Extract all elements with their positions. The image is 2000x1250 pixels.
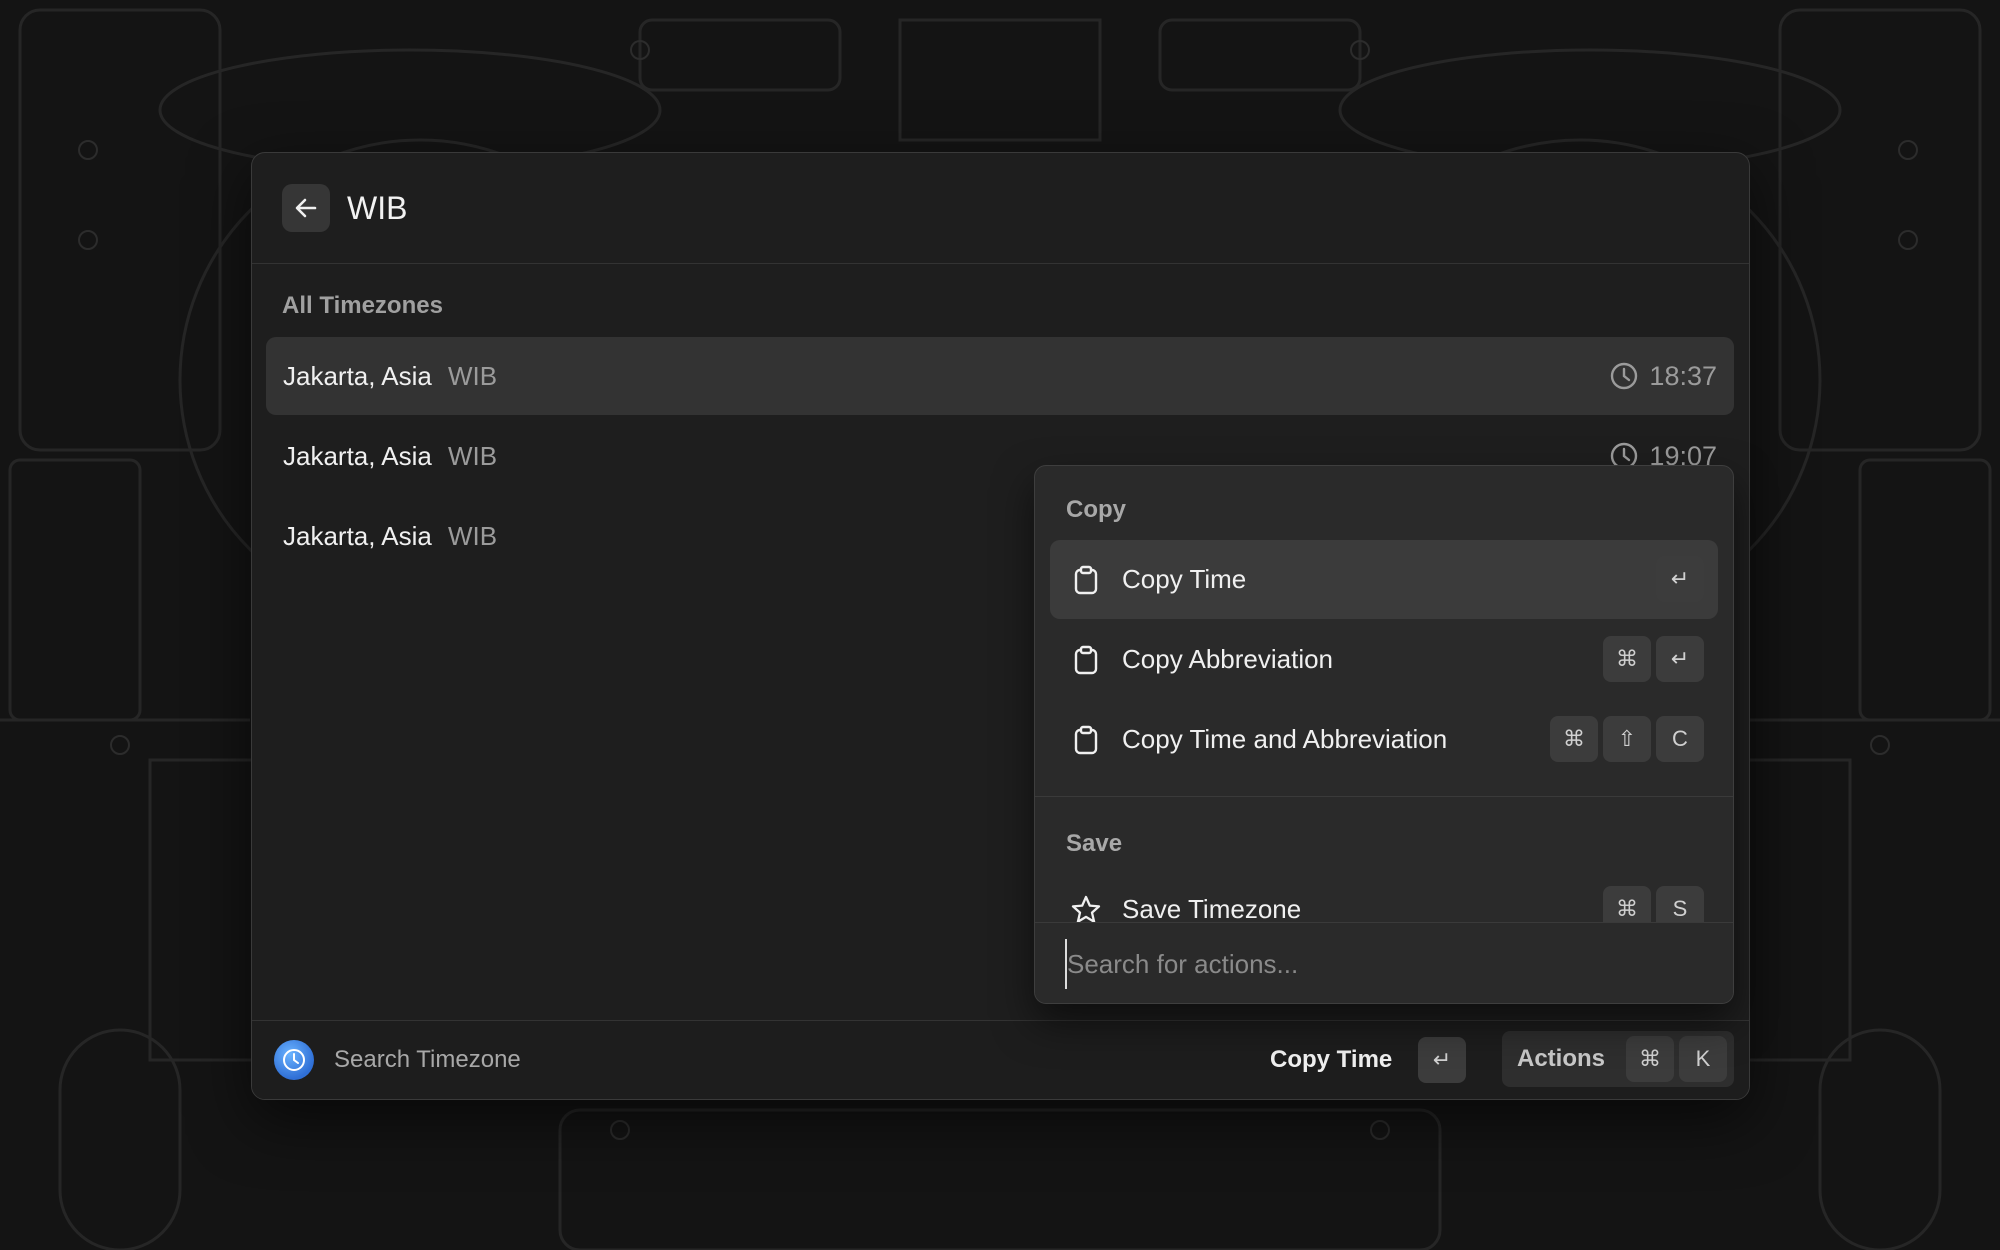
list-item-abbr: WIB <box>448 361 498 391</box>
clipboard-icon <box>1074 725 1098 755</box>
section-title-save: Save <box>1066 830 1123 857</box>
command-title: Search Timezone <box>334 1046 521 1073</box>
action-save-timezone[interactable]: Save Timezone ⌘ S <box>1050 870 1718 923</box>
section-divider <box>1035 796 1733 797</box>
shift-key-hint: ⇧ <box>1603 716 1651 762</box>
clipboard-icon <box>1074 645 1098 675</box>
action-search-area <box>1035 922 1733 1003</box>
primary-action-button[interactable]: Copy Time <box>1270 1021 1392 1099</box>
action-panel: Copy Copy Time ↵ Copy Abbreviation ⌘ ↵ C <box>1034 465 1734 1004</box>
actions-button[interactable]: Actions ⌘ K <box>1502 1031 1734 1087</box>
clipboard-icon <box>1074 565 1098 595</box>
list-item-city: Jakarta, Asia <box>283 361 432 391</box>
list-item-time-accessory: 18:37 <box>1609 337 1717 415</box>
clock-icon <box>1611 362 1638 390</box>
action-label: Copy Time and Abbreviation <box>1122 724 1448 754</box>
action-list[interactable]: Copy Copy Time ↵ Copy Abbreviation ⌘ ↵ C <box>1035 466 1733 923</box>
action-label: Save Timezone <box>1122 894 1302 923</box>
c-key-hint: C <box>1656 716 1704 762</box>
list-item[interactable]: Jakarta, Asia WIB 18:37 <box>266 337 1734 415</box>
clock-icon <box>283 1049 305 1071</box>
actions-label: Actions <box>1517 1045 1606 1072</box>
action-copy-time[interactable]: Copy Time ↵ <box>1050 540 1718 619</box>
action-copy-abbreviation[interactable]: Copy Abbreviation ⌘ ↵ <box>1050 620 1718 699</box>
k-key-hint: K <box>1679 1036 1727 1082</box>
section-title-all-timezones: All Timezones <box>282 292 443 319</box>
list-item-time: 18:37 <box>1649 361 1717 391</box>
search-query[interactable]: WIB <box>347 182 407 234</box>
action-label: Copy Time <box>1122 564 1247 594</box>
action-bar: Search Timezone Copy Time ↵ Actions ⌘ K <box>252 1020 1749 1099</box>
list-item-abbr: WIB <box>448 441 498 471</box>
action-label: Copy Abbreviation <box>1122 644 1334 674</box>
section-title-copy: Copy <box>1066 496 1126 523</box>
command-key-hint: ⌘ <box>1603 636 1651 682</box>
action-copy-time-and-abbreviation[interactable]: Copy Time and Abbreviation ⌘ ⇧ C <box>1050 700 1718 779</box>
s-key-hint: S <box>1656 886 1704 923</box>
list-item-city: Jakarta, Asia <box>283 521 432 551</box>
command-key-hint: ⌘ <box>1626 1036 1674 1082</box>
command-key-hint: ⌘ <box>1603 886 1651 923</box>
return-key-hint: ↵ <box>1656 636 1704 682</box>
list-item-abbr: WIB <box>448 521 498 551</box>
star-icon <box>1071 895 1101 923</box>
back-button[interactable] <box>282 184 330 232</box>
action-search-input[interactable] <box>1065 939 1699 989</box>
command-key-hint: ⌘ <box>1550 716 1598 762</box>
search-header: WIB <box>252 153 1749 264</box>
list-item-city: Jakarta, Asia <box>283 441 432 471</box>
return-key-hint: ↵ <box>1418 1037 1466 1083</box>
arrow-left-icon <box>295 198 317 218</box>
timezone-app-icon <box>274 1040 314 1080</box>
return-key-hint: ↵ <box>1656 556 1704 602</box>
